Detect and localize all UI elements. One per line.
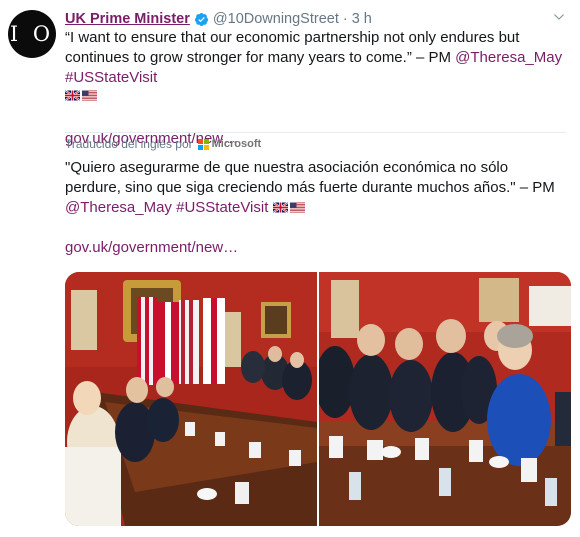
tweet-photo-1[interactable] (65, 272, 317, 526)
us-flag-icon (82, 90, 97, 101)
us-flag-icon (289, 202, 305, 213)
chevron-down-icon[interactable] (552, 10, 566, 24)
translated-hashtag-link[interactable]: #USStateVisit (176, 199, 268, 216)
translation-provider[interactable]: Microsoft (212, 138, 262, 150)
tweet-text: “I want to ensure that our economic part… (65, 28, 566, 88)
microsoft-logo-icon (197, 138, 209, 150)
translation-attribution: Traducido del inglés por Microsoft (65, 137, 261, 151)
tweet-text-main: “I want to ensure that our economic part… (65, 29, 520, 66)
tweet-header: UK Prime Minister @10DowningStreet · 3 h (65, 9, 566, 29)
translated-url-link[interactable]: gov.uk/government/new… (65, 238, 566, 258)
translation-label: Traducido del inglés por (65, 137, 193, 151)
timestamp[interactable]: 3 h (352, 11, 372, 27)
hashtag-link[interactable]: #USStateVisit (65, 69, 157, 86)
tweet-photo-2[interactable] (319, 272, 571, 526)
uk-flag-icon (272, 202, 288, 213)
handle[interactable]: @10DowningStreet (213, 11, 339, 27)
translated-text: "Quiero asegurarme de que nuestra asocia… (65, 158, 566, 218)
display-name[interactable]: UK Prime Minister (65, 11, 190, 27)
translated-mention-link[interactable]: @Theresa_May (65, 199, 172, 216)
flag-emojis (65, 89, 566, 109)
mention-link[interactable]: @Theresa_May (455, 49, 562, 66)
avatar[interactable]: I O (8, 10, 56, 58)
tweet-body: “I want to ensure that our economic part… (65, 28, 566, 149)
translated-text-main: "Quiero asegurarme de que nuestra asocia… (65, 159, 555, 196)
separator: · (342, 11, 348, 27)
divider (65, 132, 566, 133)
uk-flag-icon (65, 90, 80, 101)
verified-badge-icon (194, 12, 208, 26)
translated-body: "Quiero asegurarme de que nuestra asocia… (65, 158, 566, 258)
